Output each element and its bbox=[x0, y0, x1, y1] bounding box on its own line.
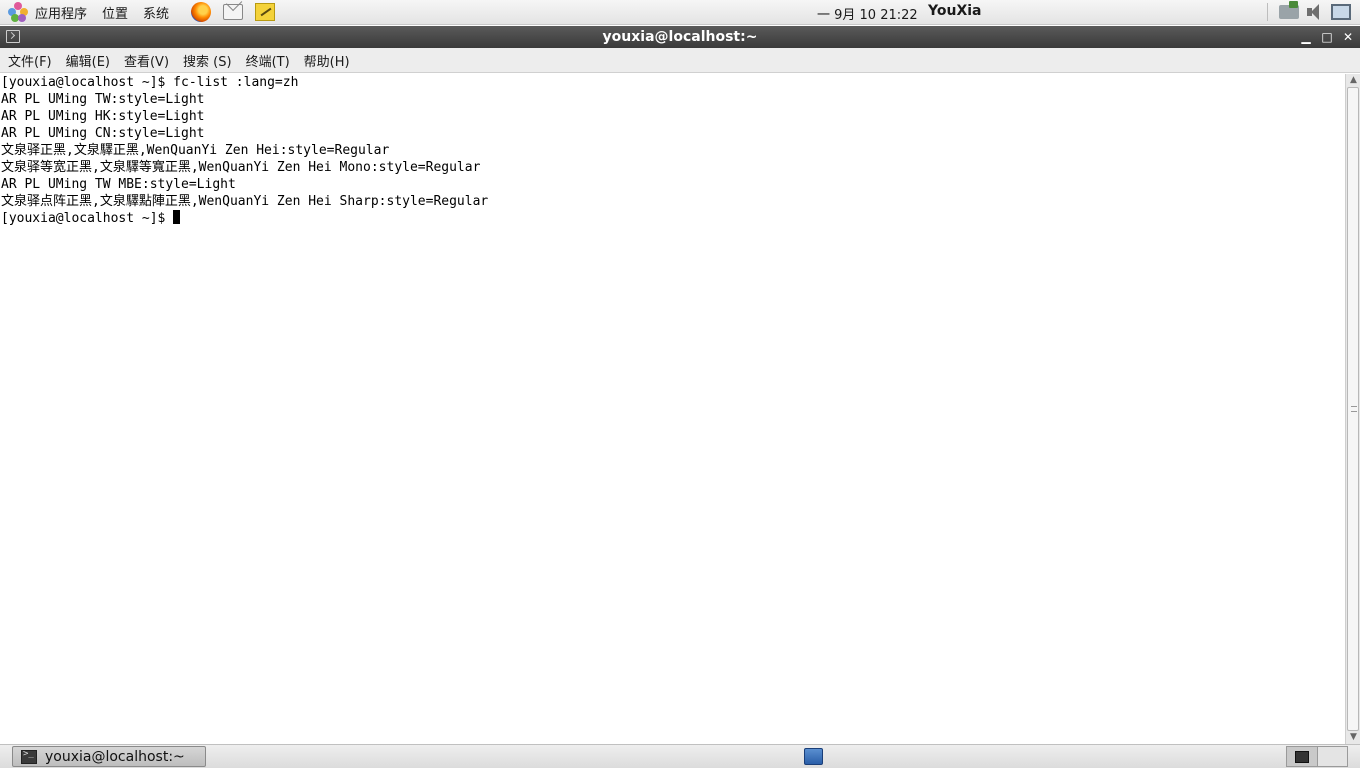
network-tray-button[interactable] bbox=[1278, 1, 1300, 22]
show-desktop-icon[interactable] bbox=[804, 748, 823, 765]
workspace-window-icon bbox=[1294, 750, 1309, 763]
workspace-switcher[interactable] bbox=[1286, 746, 1348, 767]
text-cursor bbox=[173, 210, 181, 224]
places-menu[interactable]: 位置 bbox=[102, 3, 128, 22]
menu-edit[interactable]: 编辑(E) bbox=[66, 51, 110, 70]
panel-clock[interactable]: 一 9月 10 21:22 bbox=[817, 4, 918, 23]
top-panel: 应用程序 位置 系统 一 9月 10 21:22 YouXia bbox=[0, 0, 1360, 25]
panel-user[interactable]: YouXia bbox=[928, 3, 981, 19]
display-tray-button[interactable] bbox=[1330, 2, 1352, 22]
terminal-line: AR PL UMing CN:style=Light bbox=[1, 126, 205, 141]
system-tray bbox=[1261, 1, 1352, 22]
terminal-line: AR PL UMing TW MBE:style=Light bbox=[1, 177, 236, 192]
scroll-up-icon[interactable]: ▲ bbox=[1348, 75, 1359, 86]
terminal-line: 文泉驿正黑,文泉驛正黑,WenQuanYi Zen Hei:style=Regu… bbox=[1, 143, 390, 158]
terminal-menubar: 文件(F) 编辑(E) 查看(V) 搜索 (S) 终端(T) 帮助(H) bbox=[0, 48, 1360, 73]
minimize-button[interactable]: ▁ bbox=[1298, 29, 1314, 45]
notes-launcher[interactable] bbox=[254, 1, 276, 23]
terminal-line: 文泉驿等宽正黑,文泉驛等寬正黑,WenQuanYi Zen Hei Mono:s… bbox=[1, 160, 481, 175]
menu-view[interactable]: 查看(V) bbox=[124, 51, 169, 70]
terminal-line: [youxia@localhost ~]$ fc-list :lang=zh bbox=[1, 75, 299, 90]
terminal-prompt-line[interactable]: [youxia@localhost ~]$ bbox=[1, 210, 1345, 227]
notes-icon bbox=[255, 3, 276, 21]
scroll-grip-icon bbox=[1351, 406, 1357, 412]
taskbar-terminal-button[interactable]: youxia@localhost:~ bbox=[12, 746, 206, 767]
menu-file[interactable]: 文件(F) bbox=[8, 51, 52, 70]
firefox-launcher[interactable] bbox=[190, 1, 212, 23]
bottom-panel: youxia@localhost:~ bbox=[0, 744, 1360, 768]
terminal-icon bbox=[21, 749, 37, 764]
window-title-bar[interactable]: youxia@localhost:~ ▁ □ ✕ bbox=[0, 26, 1360, 48]
menu-search[interactable]: 搜索 (S) bbox=[183, 51, 232, 70]
terminal-line: 文泉驿点阵正黑,文泉驛點陣正黑,WenQuanYi Zen Hei Sharp:… bbox=[1, 194, 489, 209]
applications-icon[interactable] bbox=[8, 2, 28, 22]
taskbar-label: youxia@localhost:~ bbox=[45, 748, 185, 765]
display-icon bbox=[1331, 4, 1351, 20]
terminal-line: AR PL UMing HK:style=Light bbox=[1, 109, 205, 124]
system-menu[interactable]: 系统 bbox=[143, 3, 169, 22]
menu-help[interactable]: 帮助(H) bbox=[304, 51, 350, 70]
terminal-line: AR PL UMing TW:style=Light bbox=[1, 92, 205, 107]
scroll-down-icon[interactable]: ▼ bbox=[1348, 732, 1359, 743]
terminal-output[interactable]: [youxia@localhost ~]$ fc-list :lang=zh A… bbox=[0, 74, 1345, 744]
network-icon bbox=[1279, 1, 1299, 19]
workspace-1[interactable] bbox=[1287, 747, 1318, 766]
terminal-scrollbar[interactable]: ▲ ▼ bbox=[1345, 74, 1360, 744]
workspace-2[interactable] bbox=[1317, 747, 1347, 766]
volume-icon bbox=[1307, 4, 1323, 20]
scroll-thumb[interactable] bbox=[1347, 87, 1359, 731]
tray-separator bbox=[1267, 3, 1268, 21]
panel-menus: 应用程序 位置 系统 bbox=[0, 0, 280, 24]
window-title: youxia@localhost:~ bbox=[602, 29, 758, 45]
mail-launcher[interactable] bbox=[222, 1, 244, 23]
firefox-icon bbox=[191, 2, 212, 22]
terminal-prompt: [youxia@localhost ~]$ bbox=[1, 211, 174, 226]
maximize-button[interactable]: □ bbox=[1319, 29, 1335, 45]
menu-terminal[interactable]: 终端(T) bbox=[246, 51, 290, 70]
applications-menu[interactable]: 应用程序 bbox=[35, 3, 87, 22]
volume-tray-button[interactable] bbox=[1304, 2, 1326, 22]
close-button[interactable]: ✕ bbox=[1340, 29, 1356, 45]
mail-icon bbox=[223, 4, 244, 20]
